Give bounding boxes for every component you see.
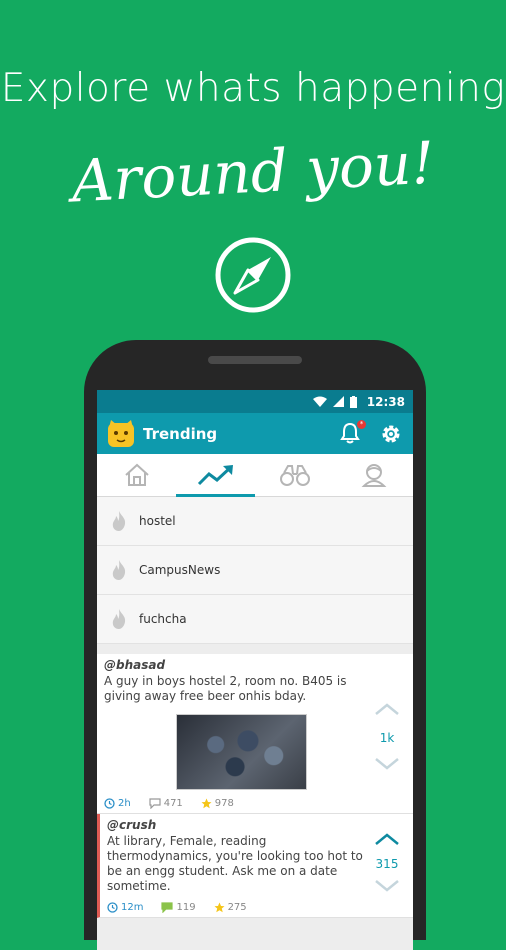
- vote-count: 315: [375, 857, 399, 871]
- post-comments[interactable]: 471: [149, 798, 183, 809]
- binoculars-icon: [279, 465, 310, 486]
- active-tab-indicator: [176, 494, 255, 497]
- downvote-icon[interactable]: [374, 757, 400, 771]
- upvote-icon[interactable]: [374, 832, 400, 846]
- upvote-icon[interactable]: [374, 702, 400, 716]
- comment-icon: [161, 902, 174, 913]
- post-stars[interactable]: 978: [201, 798, 234, 809]
- notifications-button[interactable]: *: [339, 419, 366, 446]
- phone-frame: 12:38 Trending * hostel CampusNews fuchc…: [84, 340, 426, 950]
- topic-label: CampusNews: [139, 563, 221, 577]
- tab-explore[interactable]: [255, 454, 334, 496]
- topic-label: fuchcha: [139, 612, 187, 626]
- page-title: Trending: [143, 424, 218, 443]
- flame-icon: [112, 609, 126, 629]
- signal-icon: [332, 396, 344, 407]
- post-stars[interactable]: 275: [214, 902, 247, 913]
- phone-speaker: [208, 356, 302, 364]
- settings-button[interactable]: [379, 422, 403, 446]
- post-text: At library, Female, reading thermodynami…: [107, 834, 363, 893]
- topic-item[interactable]: CampusNews: [97, 546, 413, 595]
- post-photo[interactable]: [176, 714, 307, 790]
- post-time: 2h: [104, 798, 131, 809]
- post-card[interactable]: @bhasad A guy in boys hostel 2, room no.…: [97, 654, 413, 814]
- tab-home[interactable]: [97, 454, 176, 496]
- vote-count: 1k: [379, 731, 395, 745]
- post-time: 12m: [107, 902, 143, 913]
- post-author[interactable]: @crush: [100, 814, 413, 832]
- promo-script-text: Around you!: [69, 128, 437, 216]
- clock-icon: [107, 902, 118, 913]
- downvote-icon[interactable]: [374, 879, 400, 893]
- topic-item[interactable]: fuchcha: [97, 595, 413, 644]
- vote-control: 315: [373, 832, 401, 896]
- star-icon: [214, 902, 225, 913]
- post-comments[interactable]: 119: [161, 902, 196, 913]
- post-time-text: 2h: [118, 798, 131, 809]
- profile-icon: [361, 464, 386, 487]
- tab-bar: [97, 454, 413, 497]
- topic-item[interactable]: hostel: [97, 497, 413, 546]
- post-author[interactable]: @bhasad: [97, 654, 413, 672]
- tab-profile[interactable]: [334, 454, 413, 496]
- status-bar: 12:38: [97, 390, 413, 413]
- vote-control: 1k: [373, 702, 401, 774]
- compass-icon: [215, 237, 291, 313]
- flame-icon: [112, 511, 126, 531]
- phone-screen: 12:38 Trending * hostel CampusNews fuchc…: [97, 390, 413, 950]
- app-logo: [108, 419, 134, 447]
- comment-count: 471: [163, 798, 183, 809]
- home-icon: [124, 463, 149, 486]
- topic-label: hostel: [139, 514, 176, 528]
- status-time: 12:38: [366, 394, 405, 409]
- star-count: 978: [214, 798, 234, 809]
- star-icon: [201, 798, 212, 809]
- star-count: 275: [227, 902, 247, 913]
- app-bar: Trending *: [97, 413, 413, 454]
- flame-icon: [112, 560, 126, 580]
- notification-badge: *: [357, 419, 366, 429]
- gear-icon: [382, 425, 400, 442]
- battery-icon: [349, 395, 357, 408]
- post-meta: 12m 119 275: [100, 894, 413, 917]
- clock-icon: [104, 798, 115, 809]
- comment-count: 119: [176, 902, 196, 913]
- promo-headline: Explore whats happening: [0, 66, 506, 111]
- section-spacer: [97, 644, 413, 654]
- wifi-icon: [312, 396, 327, 407]
- trending-icon: [197, 465, 233, 486]
- post-time-text: 12m: [121, 902, 144, 913]
- post-card[interactable]: @crush At library, Female, reading therm…: [97, 814, 413, 918]
- comment-icon: [149, 798, 161, 809]
- post-meta: 2h 471 978: [97, 790, 413, 813]
- tab-trending[interactable]: [176, 454, 255, 496]
- post-text: A guy in boys hostel 2, room no. B405 is…: [104, 674, 347, 703]
